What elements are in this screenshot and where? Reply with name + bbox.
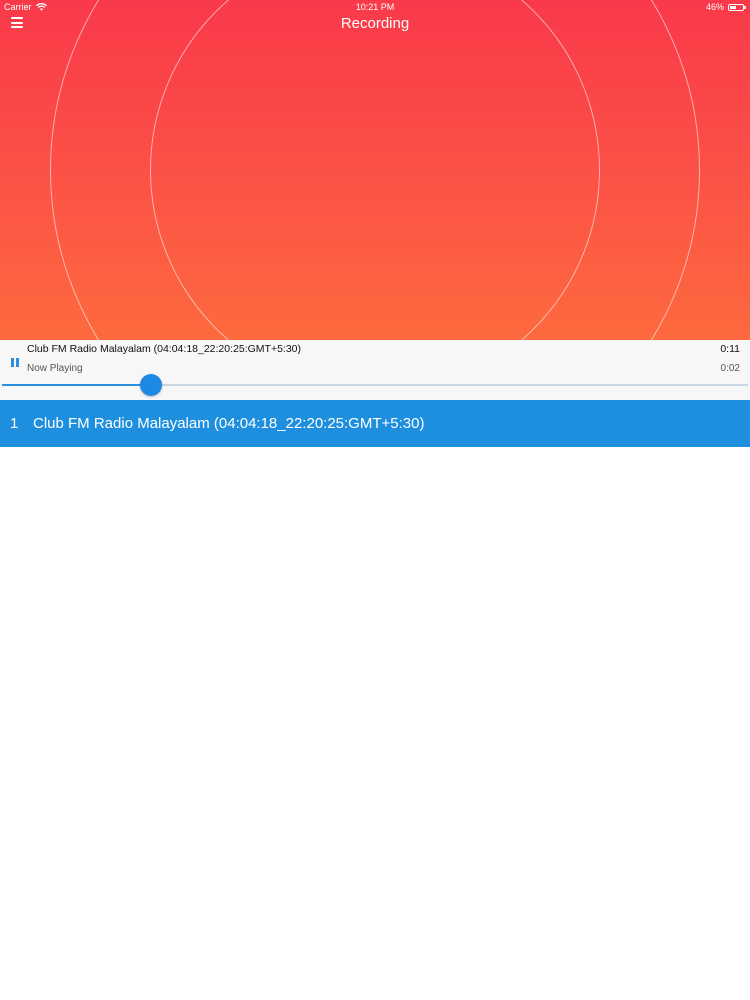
recordings-list: 1 Club FM Radio Malayalam (04:04:18_22:2… bbox=[0, 400, 750, 447]
playback-state-label: Now Playing bbox=[27, 363, 83, 374]
pause-icon[interactable] bbox=[10, 358, 20, 368]
track-duration: 0:11 bbox=[720, 343, 740, 355]
inner-ring bbox=[150, 0, 600, 340]
slider-thumb[interactable] bbox=[140, 374, 163, 396]
track-title: Club FM Radio Malayalam (04:04:18_22:20:… bbox=[27, 343, 302, 355]
recording-visualizer: Carrier 10:21 PM 46% Recording bbox=[0, 0, 750, 340]
battery-percent: 46% bbox=[705, 2, 724, 12]
recording-title: Club FM Radio Malayalam (04:04:18_22:20:… bbox=[33, 415, 425, 432]
elapsed-time: 0:02 bbox=[720, 363, 740, 374]
list-item[interactable]: 1 Club FM Radio Malayalam (04:04:18_22:2… bbox=[0, 400, 750, 447]
recording-index: 1 bbox=[10, 415, 19, 432]
playback-slider[interactable] bbox=[2, 374, 748, 396]
battery-level bbox=[730, 5, 736, 9]
status-bar: Carrier 10:21 PM 46% bbox=[0, 0, 750, 16]
page-title: Recording bbox=[340, 15, 410, 32]
status-time: 10:21 PM bbox=[355, 2, 395, 12]
now-playing-bar: Club FM Radio Malayalam (04:04:18_22:20:… bbox=[0, 340, 750, 400]
battery-icon bbox=[728, 3, 746, 11]
slider-progress-fill bbox=[2, 384, 152, 386]
